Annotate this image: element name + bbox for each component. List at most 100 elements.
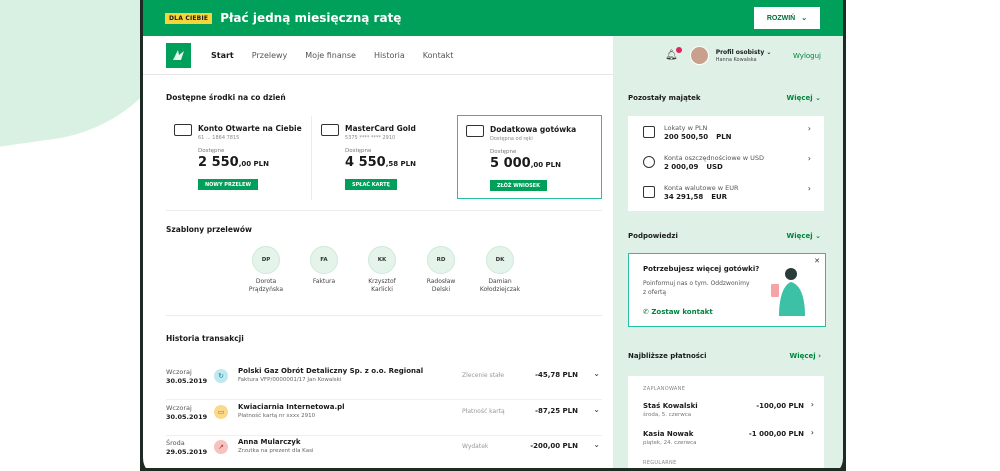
payment-date: środa, 5. czerwca xyxy=(643,412,692,418)
template-avatar: FA xyxy=(310,246,338,274)
chevron-right-icon: › xyxy=(810,400,814,409)
asset-item[interactable]: Lokaty w PLN 200 500,50 PLN › xyxy=(643,124,823,141)
close-icon[interactable]: ✕ xyxy=(814,257,820,265)
profile-name: Hanna Kowalska xyxy=(715,56,757,63)
divider xyxy=(166,399,602,400)
asset-item[interactable]: Konta walutowe w EUR 34 291,58 EUR › xyxy=(643,184,823,201)
transaction-date: Wczoraj 30.05.2019 xyxy=(166,368,208,385)
chevron-right-icon: › xyxy=(807,154,811,163)
transaction-row[interactable]: Środa 29.05.2019 ↗ Anna Mularczyk Zrzutka… xyxy=(166,437,602,468)
chevron-down-icon[interactable]: ⌄ xyxy=(593,369,600,378)
profile-menu[interactable]: Profil osobisty ⌄ Hanna Kowalska xyxy=(716,49,772,63)
template-name: Faktura xyxy=(312,278,336,285)
side-panel: 🔔︎ Profil osobisty ⌄ Hanna Kowalska Wylo… xyxy=(613,36,843,468)
available-label: Dostępne xyxy=(345,148,372,154)
template-item[interactable]: DK Damian Kołodziejczak xyxy=(477,246,523,294)
template-name: Radosław Delski xyxy=(426,278,456,293)
template-name: Krzysztof Karlicki xyxy=(368,278,396,293)
apply-button[interactable]: ZŁÓŻ WNIOSEK xyxy=(490,180,547,191)
account-name: Dodatkowa gotówka xyxy=(490,125,577,134)
payment-name: Kasia Nowak xyxy=(643,430,694,438)
nav-transfers[interactable]: Przelewy xyxy=(252,51,288,60)
assets-card: Lokaty w PLN 200 500,50 PLN › Konta oszcz… xyxy=(628,116,824,211)
template-item[interactable]: FA Faktura xyxy=(301,246,347,286)
asset-label: Konta walutowe w EUR xyxy=(664,184,739,192)
account-name: MasterCard Gold xyxy=(345,124,416,133)
transaction-type: Płatność kartą xyxy=(462,408,505,415)
asset-item[interactable]: Konta oszczędnościowe w USD 2 000,09 USD … xyxy=(643,154,823,171)
profile-title: Profil osobisty ⌄ xyxy=(715,48,772,56)
transaction-title: Anna Mularczyk xyxy=(238,438,301,446)
hint-card: ✕ Potrzebujesz więcej gotówki? Poinformu… xyxy=(628,253,826,327)
transaction-type: Zlecenie stałe xyxy=(462,372,505,379)
template-avatar: DP xyxy=(252,246,280,274)
chevron-down-icon: ⌄ xyxy=(801,15,808,22)
bell-icon[interactable]: 🔔︎ xyxy=(665,47,682,61)
asset-label: Lokaty w PLN xyxy=(664,124,708,132)
template-item[interactable]: DP Dorota Prądzyńska xyxy=(243,246,289,294)
user-header: 🔔︎ Profil osobisty ⌄ Hanna Kowalska Wylo… xyxy=(613,36,843,75)
available-label: Dostępne xyxy=(490,149,517,155)
account-name: Konto Otwarte na Ciebie xyxy=(198,124,302,133)
repay-card-button[interactable]: SPŁAĆ KARTĘ xyxy=(345,179,397,190)
chevron-down-icon: ⌄ xyxy=(766,48,772,56)
chevron-down-icon: ⌄ xyxy=(815,232,821,240)
hints-title: Podpowiedzi xyxy=(628,232,678,240)
lion-logo-icon xyxy=(173,49,184,60)
top-navigation: Start Przelewy Moje finanse Historia Kon… xyxy=(143,36,613,75)
payments-category: ZAPLANOWANE xyxy=(643,386,686,392)
transaction-title: Polski Gaz Obrót Detaliczny Sp. z o.o. R… xyxy=(238,367,424,375)
account-card-1[interactable]: Konto Otwarte na Ciebie 61 ... 1864 7815… xyxy=(166,115,311,199)
promo-badge: DLA CIEBIE xyxy=(165,12,213,24)
template-name: Damian Kołodziejczak xyxy=(479,278,521,293)
phone-icon: ✆ xyxy=(643,308,649,316)
promo-title: Płać jedną miesięczną ratę xyxy=(220,11,402,25)
nav-start[interactable]: Start xyxy=(211,51,234,60)
assets-title: Pozostały majątek xyxy=(628,94,701,102)
credit-card-icon xyxy=(321,124,339,136)
template-item[interactable]: RD Radosław Delski xyxy=(418,246,464,294)
history-title: Historia transakcji xyxy=(166,334,244,343)
transaction-date: Środa 29.05.2019 xyxy=(166,439,208,456)
transaction-description: Płatność kartą nr xxxx 2910 xyxy=(238,413,316,419)
card-payment-icon: ▭ xyxy=(214,405,228,419)
account-card-3[interactable]: Dodatkowa gotówka Dostępna od ręki Dostę… xyxy=(457,115,602,199)
deposit-icon xyxy=(643,126,655,138)
leave-contact-link[interactable]: ✆ Zostaw kontakt xyxy=(643,308,713,316)
payments-more-link[interactable]: Więcej › xyxy=(790,352,822,360)
transaction-description: Faktura VFP/0000001/17 Jan Kowalski xyxy=(238,377,342,383)
nav-history[interactable]: Historia xyxy=(374,51,405,60)
account-balance: 2 550,00 PLN xyxy=(198,155,270,170)
template-name: Dorota Prądzyńska xyxy=(248,278,284,293)
notification-badge xyxy=(675,47,682,53)
payments-title: Najbliższe płatności xyxy=(628,352,707,360)
logout-link[interactable]: Wyloguj xyxy=(793,52,821,60)
transaction-title: Kwiaciarnia Internetowa.pl xyxy=(238,403,345,411)
asset-value: 2 000,09 USD xyxy=(664,163,723,171)
new-transfer-button[interactable]: NOWY PRZELEW xyxy=(198,179,258,190)
avatar[interactable] xyxy=(689,46,709,65)
woman-with-phone-illustration xyxy=(771,268,805,316)
chevron-right-icon: › xyxy=(807,124,811,133)
assets-more-link[interactable]: Więcej ⌄ xyxy=(787,94,821,102)
nav-my-finances[interactable]: Moje finanse xyxy=(305,51,356,60)
bank-logo[interactable] xyxy=(166,42,191,68)
chevron-right-icon: › xyxy=(810,428,814,437)
transaction-row[interactable]: Wczoraj 30.05.2019 ↻ Polski Gaz Obrót Det… xyxy=(166,366,602,400)
payment-amount: -100,00 PLN xyxy=(756,402,804,410)
transaction-row[interactable]: Wczoraj 30.05.2019 ▭ Kwiaciarnia Internet… xyxy=(166,402,602,436)
template-item[interactable]: KK Krzysztof Karlicki xyxy=(359,246,405,294)
asset-value: 200 500,50 PLN xyxy=(664,133,732,141)
cash-icon xyxy=(466,125,484,137)
nav-contact[interactable]: Kontakt xyxy=(423,51,454,60)
payment-date: piątek, 24. czerwca xyxy=(643,440,697,446)
chevron-down-icon[interactable]: ⌄ xyxy=(593,405,600,414)
main-nav: Start Przelewy Moje finanse Historia Kon… xyxy=(211,51,453,60)
account-card-2[interactable]: MasterCard Gold 5375 **** **** 2910 Dost… xyxy=(313,115,458,199)
hints-more-link[interactable]: Więcej ⌄ xyxy=(787,232,821,240)
account-balance: 5 000,00 PLN xyxy=(490,156,562,171)
expand-button[interactable]: ROZWIŃ ⌄ xyxy=(754,7,820,29)
currency-exchange-icon xyxy=(643,186,655,198)
payment-amount: -1 000,00 PLN xyxy=(748,430,804,438)
chevron-down-icon[interactable]: ⌄ xyxy=(593,440,600,449)
